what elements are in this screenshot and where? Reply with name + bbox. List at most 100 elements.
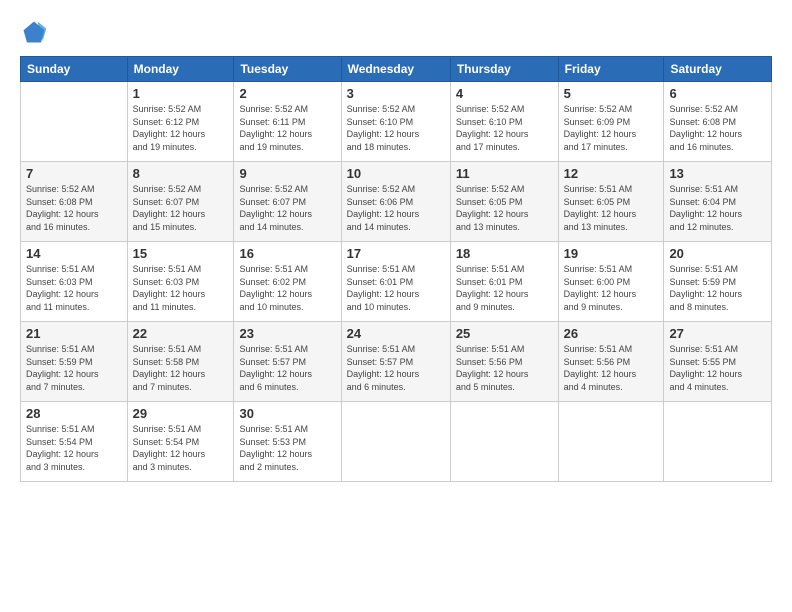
- calendar-cell: 28 Sunrise: 5:51 AM Sunset: 5:54 PM Dayli…: [21, 402, 128, 482]
- day-number: 18: [456, 246, 553, 261]
- day-number: 24: [347, 326, 445, 341]
- col-header-sunday: Sunday: [21, 57, 128, 82]
- day-number: 25: [456, 326, 553, 341]
- calendar-cell: 7 Sunrise: 5:52 AM Sunset: 6:08 PM Daylig…: [21, 162, 128, 242]
- day-info: Sunrise: 5:51 AM Sunset: 5:57 PM Dayligh…: [347, 343, 445, 393]
- day-info: Sunrise: 5:51 AM Sunset: 6:03 PM Dayligh…: [133, 263, 229, 313]
- day-number: 26: [564, 326, 659, 341]
- calendar-cell: 14Sunrise: 5:51 AM Sunset: 6:03 PM Dayli…: [21, 242, 128, 322]
- day-info: Sunrise: 5:51 AM Sunset: 5:56 PM Dayligh…: [456, 343, 553, 393]
- calendar-cell: 29 Sunrise: 5:51 AM Sunset: 5:54 PM Dayli…: [127, 402, 234, 482]
- day-info: Sunrise: 5:51 AM Sunset: 6:05 PM Dayligh…: [564, 183, 659, 233]
- day-number: 7: [26, 166, 122, 181]
- calendar-cell: 9 Sunrise: 5:52 AM Sunset: 6:07 PM Daylig…: [234, 162, 341, 242]
- calendar-cell: 25 Sunrise: 5:51 AM Sunset: 5:56 PM Dayli…: [450, 322, 558, 402]
- calendar: SundayMondayTuesdayWednesdayThursdayFrid…: [20, 56, 772, 482]
- day-number: 5: [564, 86, 659, 101]
- calendar-cell: [341, 402, 450, 482]
- day-info: Sunrise: 5:52 AM Sunset: 6:08 PM Dayligh…: [26, 183, 122, 233]
- calendar-cell: 19 Sunrise: 5:51 AM Sunset: 6:00 PM Dayli…: [558, 242, 664, 322]
- calendar-cell: 3 Sunrise: 5:52 AM Sunset: 6:10 PM Daylig…: [341, 82, 450, 162]
- week-row-5: 28 Sunrise: 5:51 AM Sunset: 5:54 PM Dayli…: [21, 402, 772, 482]
- header: [20, 18, 772, 46]
- day-info: Sunrise: 5:51 AM Sunset: 5:56 PM Dayligh…: [564, 343, 659, 393]
- day-number: 3: [347, 86, 445, 101]
- calendar-cell: 5 Sunrise: 5:52 AM Sunset: 6:09 PM Daylig…: [558, 82, 664, 162]
- day-info: Sunrise: 5:52 AM Sunset: 6:07 PM Dayligh…: [133, 183, 229, 233]
- calendar-cell: [558, 402, 664, 482]
- logo-icon: [20, 18, 48, 46]
- day-number: 11: [456, 166, 553, 181]
- calendar-cell: 10 Sunrise: 5:52 AM Sunset: 6:06 PM Dayli…: [341, 162, 450, 242]
- day-number: 29: [133, 406, 229, 421]
- day-number: 28: [26, 406, 122, 421]
- calendar-cell: 21Sunrise: 5:51 AM Sunset: 5:59 PM Dayli…: [21, 322, 128, 402]
- calendar-cell: [21, 82, 128, 162]
- calendar-cell: [664, 402, 772, 482]
- calendar-cell: 27 Sunrise: 5:51 AM Sunset: 5:55 PM Dayli…: [664, 322, 772, 402]
- page: SundayMondayTuesdayWednesdayThursdayFrid…: [0, 0, 792, 612]
- col-header-tuesday: Tuesday: [234, 57, 341, 82]
- col-header-monday: Monday: [127, 57, 234, 82]
- calendar-cell: 1Sunrise: 5:52 AM Sunset: 6:12 PM Daylig…: [127, 82, 234, 162]
- col-header-friday: Friday: [558, 57, 664, 82]
- calendar-cell: 15 Sunrise: 5:51 AM Sunset: 6:03 PM Dayli…: [127, 242, 234, 322]
- header-row: SundayMondayTuesdayWednesdayThursdayFrid…: [21, 57, 772, 82]
- day-number: 16: [239, 246, 335, 261]
- calendar-cell: 6Sunrise: 5:52 AM Sunset: 6:08 PM Daylig…: [664, 82, 772, 162]
- day-info: Sunrise: 5:52 AM Sunset: 6:07 PM Dayligh…: [239, 183, 335, 233]
- day-info: Sunrise: 5:51 AM Sunset: 6:00 PM Dayligh…: [564, 263, 659, 313]
- day-number: 10: [347, 166, 445, 181]
- day-number: 2: [239, 86, 335, 101]
- day-number: 9: [239, 166, 335, 181]
- day-info: Sunrise: 5:51 AM Sunset: 6:01 PM Dayligh…: [456, 263, 553, 313]
- day-info: Sunrise: 5:52 AM Sunset: 6:10 PM Dayligh…: [347, 103, 445, 153]
- day-number: 14: [26, 246, 122, 261]
- col-header-saturday: Saturday: [664, 57, 772, 82]
- day-number: 23: [239, 326, 335, 341]
- col-header-thursday: Thursday: [450, 57, 558, 82]
- day-info: Sunrise: 5:51 AM Sunset: 5:53 PM Dayligh…: [239, 423, 335, 473]
- day-info: Sunrise: 5:51 AM Sunset: 5:54 PM Dayligh…: [26, 423, 122, 473]
- calendar-cell: 18 Sunrise: 5:51 AM Sunset: 6:01 PM Dayli…: [450, 242, 558, 322]
- calendar-cell: 12 Sunrise: 5:51 AM Sunset: 6:05 PM Dayli…: [558, 162, 664, 242]
- calendar-cell: 16 Sunrise: 5:51 AM Sunset: 6:02 PM Dayli…: [234, 242, 341, 322]
- col-header-wednesday: Wednesday: [341, 57, 450, 82]
- day-number: 4: [456, 86, 553, 101]
- day-info: Sunrise: 5:51 AM Sunset: 5:57 PM Dayligh…: [239, 343, 335, 393]
- calendar-cell: 30 Sunrise: 5:51 AM Sunset: 5:53 PM Dayli…: [234, 402, 341, 482]
- day-number: 20: [669, 246, 766, 261]
- day-number: 15: [133, 246, 229, 261]
- day-number: 22: [133, 326, 229, 341]
- day-number: 17: [347, 246, 445, 261]
- day-info: Sunrise: 5:51 AM Sunset: 6:02 PM Dayligh…: [239, 263, 335, 313]
- day-info: Sunrise: 5:52 AM Sunset: 6:09 PM Dayligh…: [564, 103, 659, 153]
- day-info: Sunrise: 5:51 AM Sunset: 5:59 PM Dayligh…: [669, 263, 766, 313]
- day-number: 27: [669, 326, 766, 341]
- week-row-3: 14 Sunrise: 5:51 AM Sunset: 6:03 PM Dayli…: [21, 242, 772, 322]
- week-row-1: 1Sunrise: 5:52 AM Sunset: 6:12 PM Daylig…: [21, 82, 772, 162]
- calendar-cell: 24 Sunrise: 5:51 AM Sunset: 5:57 PM Dayli…: [341, 322, 450, 402]
- day-number: 12: [564, 166, 659, 181]
- calendar-body: 1Sunrise: 5:52 AM Sunset: 6:12 PM Daylig…: [21, 82, 772, 482]
- day-info: Sunrise: 5:51 AM Sunset: 5:58 PM Dayligh…: [133, 343, 229, 393]
- day-info: Sunrise: 5:52 AM Sunset: 6:10 PM Dayligh…: [456, 103, 553, 153]
- day-info: Sunrise: 5:51 AM Sunset: 5:54 PM Dayligh…: [133, 423, 229, 473]
- day-info: Sunrise: 5:52 AM Sunset: 6:06 PM Dayligh…: [347, 183, 445, 233]
- calendar-cell: [450, 402, 558, 482]
- day-number: 19: [564, 246, 659, 261]
- week-row-2: 7 Sunrise: 5:52 AM Sunset: 6:08 PM Daylig…: [21, 162, 772, 242]
- calendar-cell: 4 Sunrise: 5:52 AM Sunset: 6:10 PM Daylig…: [450, 82, 558, 162]
- day-number: 13: [669, 166, 766, 181]
- day-info: Sunrise: 5:52 AM Sunset: 6:08 PM Dayligh…: [669, 103, 766, 153]
- logo: [20, 18, 52, 46]
- calendar-cell: 20 Sunrise: 5:51 AM Sunset: 5:59 PM Dayli…: [664, 242, 772, 322]
- calendar-header: SundayMondayTuesdayWednesdayThursdayFrid…: [21, 57, 772, 82]
- calendar-cell: 26 Sunrise: 5:51 AM Sunset: 5:56 PM Dayli…: [558, 322, 664, 402]
- calendar-cell: 11Sunrise: 5:52 AM Sunset: 6:05 PM Dayli…: [450, 162, 558, 242]
- day-info: Sunrise: 5:51 AM Sunset: 5:55 PM Dayligh…: [669, 343, 766, 393]
- day-number: 30: [239, 406, 335, 421]
- day-info: Sunrise: 5:51 AM Sunset: 6:01 PM Dayligh…: [347, 263, 445, 313]
- week-row-4: 21Sunrise: 5:51 AM Sunset: 5:59 PM Dayli…: [21, 322, 772, 402]
- calendar-cell: 2Sunrise: 5:52 AM Sunset: 6:11 PM Daylig…: [234, 82, 341, 162]
